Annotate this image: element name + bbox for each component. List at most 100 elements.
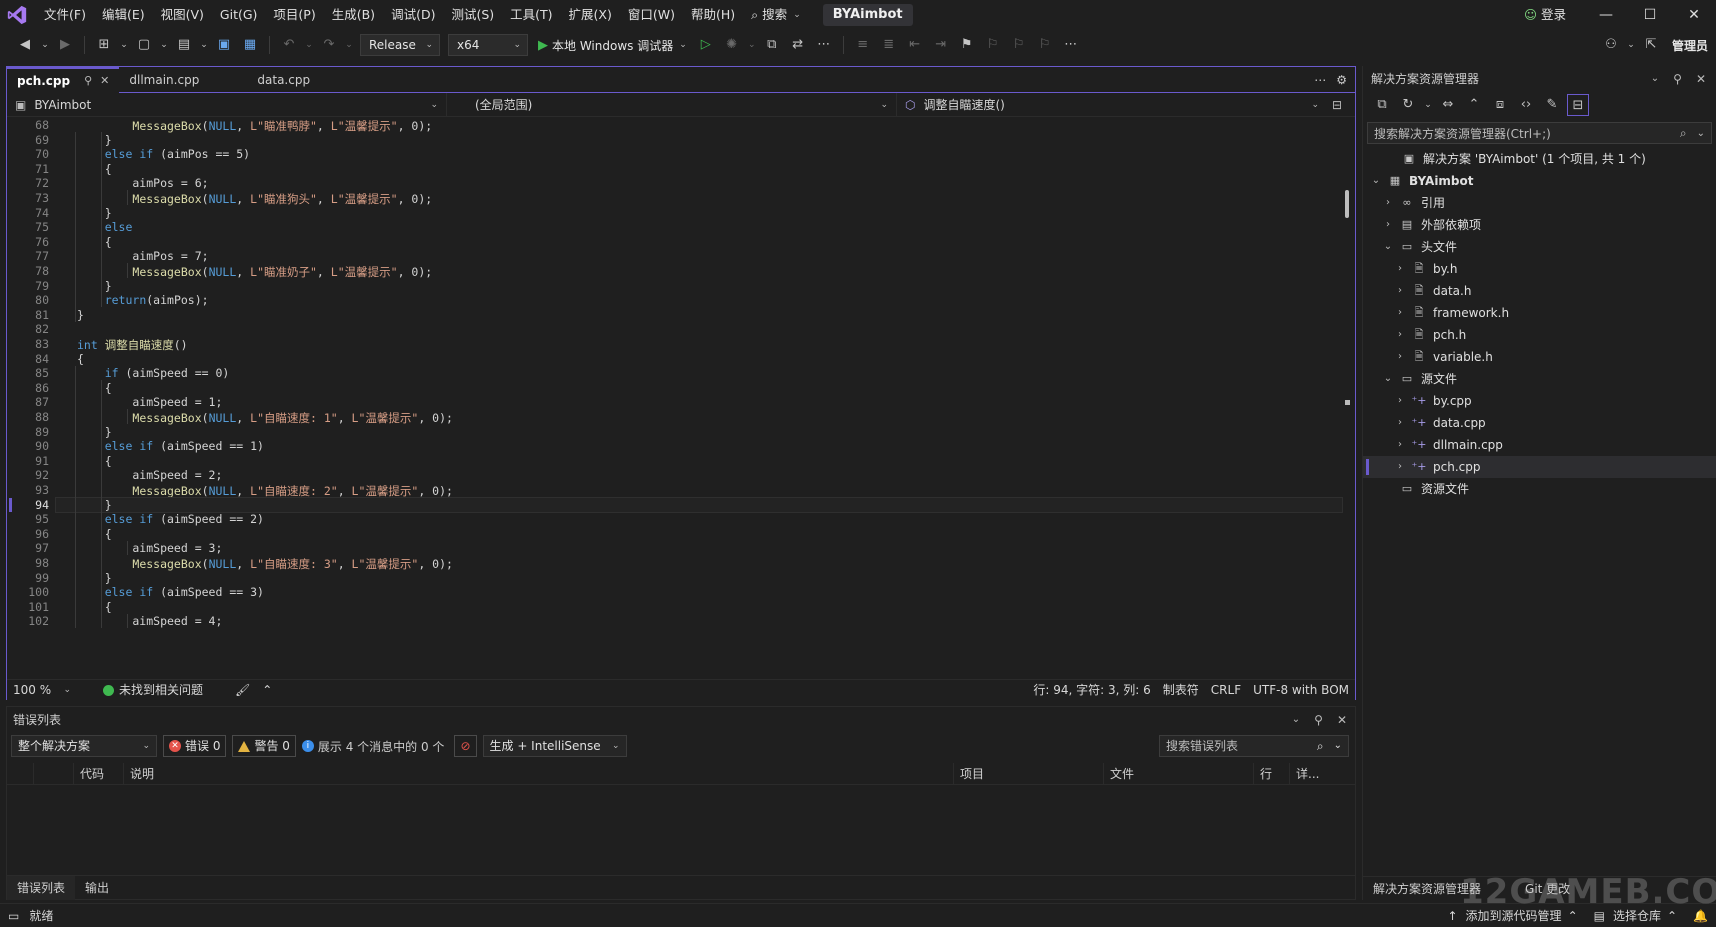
tab-data-cpp[interactable]: data.cpp bbox=[247, 67, 347, 93]
code-line[interactable]: aimSpeed = 4; bbox=[77, 614, 222, 628]
properties-icon[interactable]: ✎ bbox=[1541, 94, 1563, 116]
chevron-down-icon[interactable]: ⌄ bbox=[1626, 34, 1636, 56]
clear-filter-icon[interactable]: ⊘ bbox=[454, 735, 477, 757]
share-icon[interactable]: ⇱ bbox=[1640, 34, 1662, 56]
menu-item[interactable]: 调试(D) bbox=[383, 0, 443, 30]
build-filter-select[interactable]: 生成 + IntelliSense ⌄ bbox=[482, 735, 627, 757]
chevron-down-icon[interactable]: ⌄ bbox=[1369, 170, 1383, 192]
split-editor-icon[interactable]: ⊟ bbox=[1327, 98, 1347, 112]
code-line[interactable]: { bbox=[77, 381, 112, 395]
chevron-right-icon[interactable]: › bbox=[1393, 280, 1407, 302]
tab-error-list[interactable]: 错误列表 bbox=[7, 875, 76, 900]
tree-item[interactable]: › 🗎 by.h bbox=[1363, 258, 1716, 280]
chevron-right-icon[interactable]: › bbox=[1381, 192, 1395, 214]
warnings-filter-button[interactable]: 警告 0 bbox=[232, 735, 296, 757]
menu-item[interactable]: 项目(P) bbox=[265, 0, 323, 30]
code-line[interactable]: } bbox=[77, 571, 112, 585]
chevron-down-icon[interactable]: ⌄ bbox=[199, 34, 209, 56]
code-line[interactable]: if (aimSpeed == 0) bbox=[77, 366, 230, 380]
chevron-right-icon[interactable]: › bbox=[1393, 456, 1407, 478]
menu-item[interactable]: 窗口(W) bbox=[620, 0, 683, 30]
menu-item[interactable]: 工具(T) bbox=[502, 0, 560, 30]
chevron-up-icon[interactable]: ⌃ bbox=[256, 680, 278, 701]
error-search-input[interactable]: 搜索错误列表 ⌕ ⌄ bbox=[1159, 735, 1349, 757]
menu-item[interactable]: 文件(F) bbox=[36, 0, 94, 30]
indent-mode[interactable]: 制表符 bbox=[1157, 680, 1205, 701]
tree-item[interactable]: › 🗎 framework.h bbox=[1363, 302, 1716, 324]
chevron-down-icon[interactable]: ⌄ bbox=[1292, 707, 1300, 733]
menu-item[interactable]: 生成(B) bbox=[324, 0, 383, 30]
close-icon[interactable]: ✕ bbox=[1696, 66, 1706, 92]
pin-icon[interactable]: ⚲ bbox=[1673, 66, 1682, 92]
code-line[interactable]: MessageBox(NULL, L"瞄准狗头", L"温馨提示", 0); bbox=[77, 191, 432, 207]
more-icon[interactable]: ⋯ bbox=[813, 34, 835, 56]
code-line[interactable]: int 调整自瞄速度() bbox=[77, 337, 188, 353]
chevron-right-icon[interactable]: › bbox=[1393, 434, 1407, 456]
platform-select[interactable]: x64 ⌄ bbox=[448, 34, 528, 56]
cursor-position[interactable]: 行: 94, 字符: 3, 列: 6 bbox=[1027, 680, 1156, 701]
start-debugging-button[interactable]: ▶ 本地 Windows 调试器 ⌄ bbox=[532, 34, 693, 56]
tree-item[interactable]: › ∞ 引用 bbox=[1363, 192, 1716, 214]
code-line[interactable]: { bbox=[77, 454, 112, 468]
scope-nav-select[interactable]: (全局范围) ⌄ bbox=[447, 92, 897, 117]
comment-icon[interactable]: ≡ bbox=[852, 34, 874, 56]
column-code[interactable]: 代码 bbox=[73, 763, 123, 785]
chevron-down-icon[interactable]: ⌄ bbox=[304, 34, 314, 56]
member-nav-select[interactable]: ⬡ 调整自瞄速度() ⌄ bbox=[897, 93, 1327, 117]
indent-icon[interactable]: ⇥ bbox=[930, 34, 952, 56]
column-details[interactable]: 详... bbox=[1289, 763, 1355, 785]
uncomment-icon[interactable]: ≣ bbox=[878, 34, 900, 56]
solution-search-input[interactable]: 搜索解决方案资源管理器(Ctrl+;) ⌕ ⌄ bbox=[1367, 122, 1712, 144]
errors-filter-button[interactable]: ✕ 错误 0 bbox=[163, 735, 227, 757]
tree-item[interactable]: ▣ 解决方案 'BYAimbot' (1 个项目, 共 1 个) bbox=[1363, 148, 1716, 170]
project-nav-select[interactable]: ▣ BYAimbot ⌄ bbox=[7, 92, 447, 117]
column-file[interactable]: 文件 bbox=[1103, 763, 1253, 785]
column-description[interactable]: 说明 bbox=[123, 763, 953, 785]
next-bookmark-icon[interactable]: ⚐ bbox=[1008, 34, 1030, 56]
code-line[interactable]: aimPos = 7; bbox=[77, 249, 208, 263]
menu-search[interactable]: ⌕ 搜索 ⌄ bbox=[743, 0, 809, 30]
start-without-debugging-icon[interactable]: ▷ bbox=[695, 34, 717, 56]
forward-icon[interactable]: ▶ bbox=[54, 34, 76, 56]
prev-bookmark-icon[interactable]: ⚐ bbox=[982, 34, 1004, 56]
preview-icon[interactable]: ⊟ bbox=[1567, 94, 1589, 116]
more-icon[interactable]: ⋯ bbox=[1060, 34, 1082, 56]
chevron-right-icon[interactable]: › bbox=[1393, 302, 1407, 324]
code-line[interactable]: else if (aimSpeed == 1) bbox=[77, 439, 264, 453]
tree-item[interactable]: › ⁺+ dllmain.cpp bbox=[1363, 434, 1716, 456]
chevron-down-icon[interactable]: ⌄ bbox=[1381, 236, 1395, 258]
back-icon[interactable]: ◀ bbox=[14, 34, 36, 56]
chevron-right-icon[interactable]: › bbox=[1393, 390, 1407, 412]
open-folder-icon[interactable]: ▤ bbox=[173, 34, 195, 56]
pin-icon[interactable]: ⚲ bbox=[84, 68, 92, 94]
tree-item[interactable]: ⌄ ▦ BYAimbot bbox=[1363, 170, 1716, 192]
chevron-down-icon[interactable]: ⌄ bbox=[40, 34, 50, 56]
code-line[interactable]: } bbox=[77, 308, 84, 322]
new-project-icon[interactable]: ⊞ bbox=[93, 34, 115, 56]
code-line[interactable]: MessageBox(NULL, L"自瞄速度: 3", L"温馨提示", 0)… bbox=[77, 556, 453, 572]
column-project[interactable]: 项目 bbox=[953, 763, 1103, 785]
tab-overflow-icon[interactable]: ⋯ bbox=[1314, 73, 1326, 87]
chevron-right-icon[interactable]: › bbox=[1393, 412, 1407, 434]
close-icon[interactable]: ✕ bbox=[100, 68, 109, 94]
gear-icon[interactable]: ⚙ bbox=[1336, 73, 1347, 87]
code-line[interactable]: else if (aimPos == 5) bbox=[77, 147, 250, 161]
vertical-scrollbar[interactable] bbox=[1341, 118, 1351, 679]
live-share-icon[interactable]: ⇄ bbox=[787, 34, 809, 56]
code-line[interactable]: return(aimPos); bbox=[77, 293, 209, 307]
tree-item[interactable]: › ⁺+ by.cpp bbox=[1363, 390, 1716, 412]
show-all-files-icon[interactable]: ⧈ bbox=[1489, 94, 1511, 116]
tree-item[interactable]: › 🗎 data.h bbox=[1363, 280, 1716, 302]
chevron-right-icon[interactable]: › bbox=[1393, 258, 1407, 280]
code-line[interactable]: { bbox=[77, 600, 112, 614]
menu-item[interactable]: 帮助(H) bbox=[683, 0, 743, 30]
code-line[interactable]: aimSpeed = 3; bbox=[77, 541, 222, 555]
issues-indicator[interactable]: 未找到相关问题 bbox=[97, 680, 209, 701]
code-area[interactable]: 68 MessageBox(NULL, L"瞄准鸭脖", L"温馨提示", 0)… bbox=[7, 118, 1355, 679]
code-line[interactable]: } bbox=[77, 206, 112, 220]
copilot-icon[interactable]: ⚇ bbox=[1600, 34, 1622, 56]
save-all-icon[interactable]: ▦ bbox=[239, 34, 261, 56]
chevron-down-icon[interactable]: ⌄ bbox=[747, 34, 757, 56]
tree-item[interactable]: ▭ 资源文件 bbox=[1363, 478, 1716, 500]
undo-icon[interactable]: ↶ bbox=[278, 34, 300, 56]
